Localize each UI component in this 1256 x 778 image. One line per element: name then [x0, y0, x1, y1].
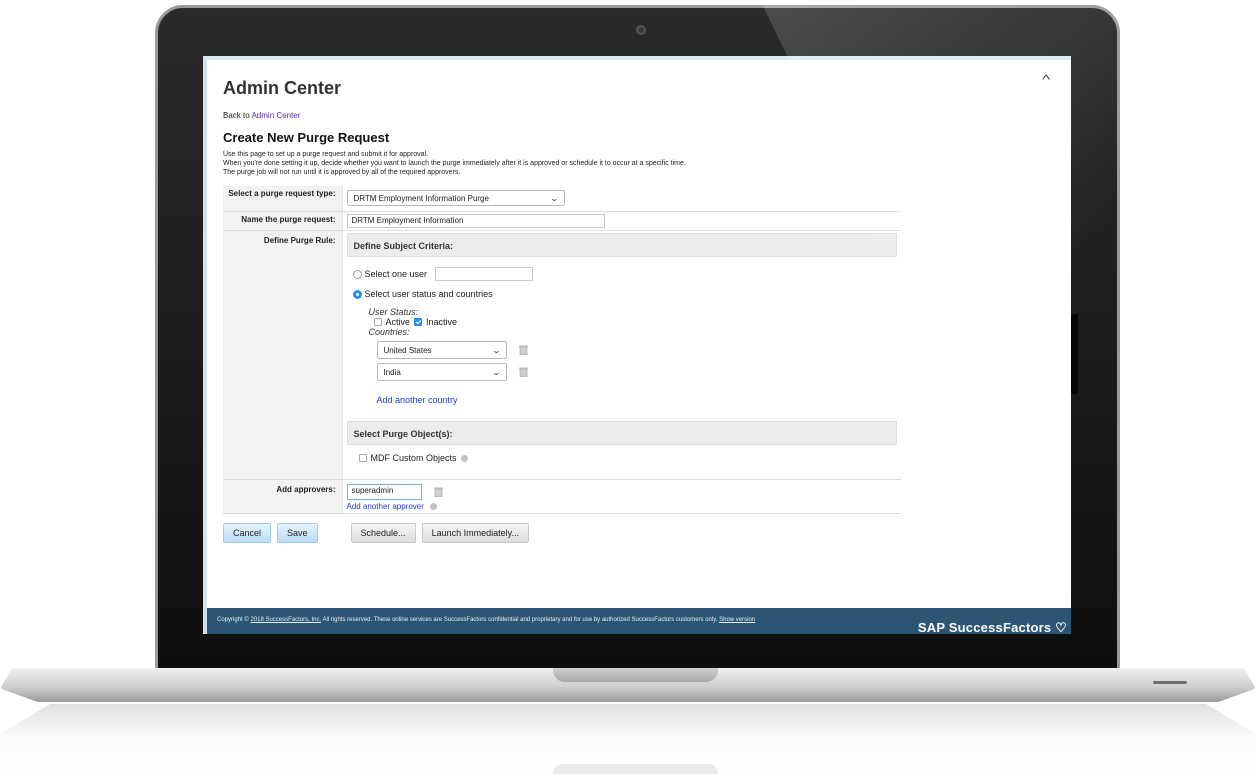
laptop-notch	[553, 668, 718, 682]
country-row: India ⌄	[376, 363, 898, 381]
sap-successfactors-logo: SAP SuccessFactors ♡	[917, 620, 1067, 634]
launch-immediately-button[interactable]: Launch Immediately...	[421, 523, 529, 543]
option-one-user: Select one user	[352, 267, 898, 281]
camera-icon	[636, 25, 646, 35]
footer: Copyright © 2018 SuccessFactors, Inc. Al…	[207, 608, 1071, 634]
base-indicator	[1153, 681, 1187, 684]
country-value: United States	[383, 345, 432, 355]
trash-icon[interactable]	[433, 487, 443, 497]
back-prefix: Back to	[223, 111, 252, 120]
schedule-button[interactable]: Schedule...	[350, 523, 416, 543]
criteria-details: User Status: Active Inactive Countries:	[369, 307, 898, 405]
page-title: Admin Center	[223, 78, 342, 98]
option-status-countries: Select user status and countries	[352, 289, 898, 299]
footer-text: All rights reserved. These online servic…	[321, 617, 720, 623]
type-row: Select a purge request type: DRTM Employ…	[223, 186, 901, 212]
status-countries-radio[interactable]	[352, 289, 362, 299]
page-description: Use this page to set up a purge request …	[223, 150, 1043, 177]
purge-request-form: Select a purge request type: DRTM Employ…	[223, 186, 901, 514]
add-country-link[interactable]: Add another country	[377, 395, 898, 405]
approvers-row: Add approvers: superadmin Add another ap…	[223, 479, 901, 514]
name-row: Name the purge request: DRTM Employment …	[223, 211, 901, 231]
one-user-label: Select one user	[364, 269, 428, 279]
subject-criteria-header: Define Subject Criteria:	[346, 233, 897, 257]
purge-name-input[interactable]: DRTM Employment Information	[346, 214, 605, 228]
user-search-input[interactable]	[435, 267, 534, 281]
mdf-checkbox[interactable]	[358, 454, 367, 462]
show-version-link[interactable]: Show version	[719, 617, 755, 623]
country-row: United States ⌄	[376, 341, 898, 359]
copyright-prefix: Copyright ©	[217, 617, 251, 623]
page-heading: Create New Purge Request	[223, 130, 390, 145]
active-checkbox[interactable]	[373, 318, 382, 326]
description-line: The purge job will not run until it is a…	[223, 169, 461, 176]
purge-object-option: MDF Custom Objects	[358, 453, 898, 463]
chevron-down-icon: ⌄	[549, 193, 559, 203]
copyright-link[interactable]: 2018 SuccessFactors, Inc.	[250, 617, 321, 623]
trash-icon[interactable]	[518, 367, 528, 378]
approver-input[interactable]: superadmin	[346, 484, 422, 500]
back-to-admin-center-link[interactable]: Admin Center	[251, 111, 300, 120]
purge-objects-header: Select Purge Object(s):	[346, 421, 897, 445]
country-select[interactable]: United States ⌄	[376, 341, 507, 359]
description-line: Use this page to set up a purge request …	[223, 151, 429, 158]
brand-name: SAP SuccessFactors	[917, 620, 1052, 634]
trash-icon[interactable]	[518, 345, 528, 356]
status-countries-label: Select user status and countries	[364, 289, 493, 299]
country-value: India	[383, 367, 401, 377]
purge-type-select[interactable]: DRTM Employment Information Purge ⌄	[346, 190, 565, 206]
user-status-label: User Status:	[368, 307, 419, 317]
rule-row: Define Purge Rule: Define Subject Criter…	[223, 230, 901, 480]
type-label: Select a purge request type:	[223, 186, 342, 212]
button-row: Cancel Save Schedule... Launch Immediate…	[223, 523, 1043, 543]
screen: ^ Admin Center Back to Admin Center Crea…	[203, 56, 1071, 634]
scroll-up-icon[interactable]: ^	[1042, 72, 1050, 87]
name-label: Name the purge request:	[223, 211, 342, 231]
one-user-radio[interactable]	[352, 269, 362, 279]
laptop-lid: ^ Admin Center Back to Admin Center Crea…	[155, 5, 1120, 673]
main-content: Admin Center Back to Admin Center Create…	[223, 78, 1043, 543]
purge-type-value: DRTM Employment Information Purge	[353, 193, 489, 203]
side-slot	[1071, 314, 1078, 394]
save-button[interactable]: Save	[277, 523, 318, 543]
add-approver-link[interactable]: Add another approver	[347, 502, 424, 511]
status-checkboxes: Active Inactive	[373, 317, 898, 327]
chevron-down-icon: ⌄	[491, 345, 501, 355]
description-line: When you're done setting it up, decide w…	[223, 160, 686, 167]
active-label: Active	[385, 317, 411, 327]
help-icon[interactable]	[430, 503, 438, 511]
reflection-notch	[553, 764, 718, 774]
rule-label: Define Purge Rule:	[223, 230, 342, 480]
cancel-button[interactable]: Cancel	[223, 523, 272, 543]
help-icon[interactable]	[460, 454, 468, 462]
inactive-checkbox[interactable]	[414, 318, 423, 326]
country-select[interactable]: India ⌄	[376, 363, 507, 381]
chevron-down-icon: ⌄	[491, 367, 501, 377]
breadcrumb: Back to Admin Center	[223, 111, 1043, 120]
approvers-label: Add approvers:	[223, 479, 342, 514]
mdf-label: MDF Custom Objects	[370, 453, 457, 463]
countries-label: Countries:	[368, 327, 410, 337]
inactive-label: Inactive	[426, 317, 458, 327]
